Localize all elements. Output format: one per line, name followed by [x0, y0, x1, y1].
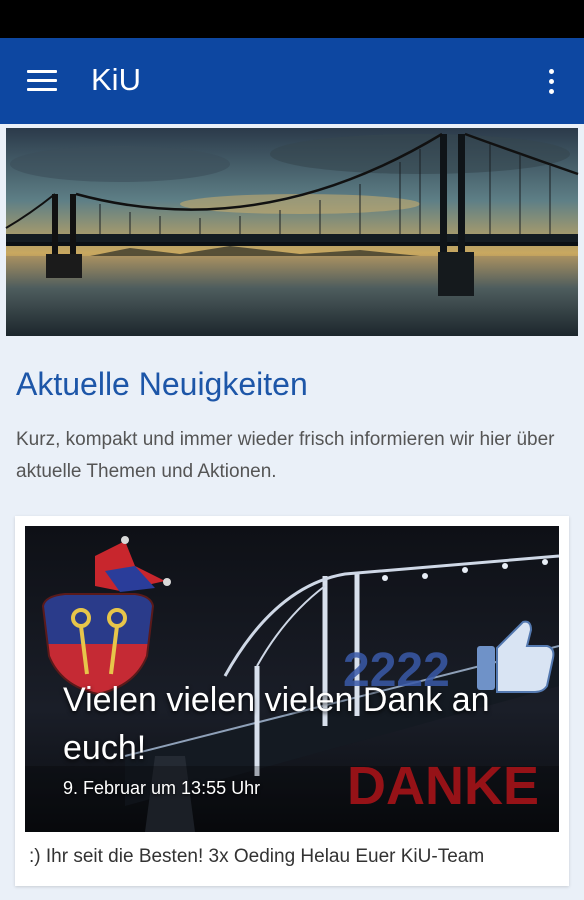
more-vert-icon[interactable] — [536, 66, 566, 98]
hamburger-menu-icon[interactable] — [22, 64, 62, 98]
news-card[interactable]: 2222 DANKE Vielen vielen vielen Dank an … — [15, 516, 569, 886]
news-headline: Vielen vielen vielen Dank an euch! — [63, 681, 490, 767]
app-title: KiU — [91, 62, 141, 97]
app-bar: KiU — [0, 38, 584, 124]
section-description: Kurz, kompakt und immer wieder frisch in… — [16, 429, 555, 482]
header-bridge-image — [0, 124, 584, 340]
news-card-image: 2222 DANKE Vielen vielen vielen Dank an … — [25, 526, 559, 832]
news-date: 9. Februar um 13:55 Uhr — [63, 778, 261, 798]
section-title: Aktuelle Neuigkeiten — [16, 366, 308, 402]
status-bar — [0, 0, 584, 38]
news-teaser: :) Ihr seit die Besten! 3x Oeding Helau … — [29, 846, 485, 867]
